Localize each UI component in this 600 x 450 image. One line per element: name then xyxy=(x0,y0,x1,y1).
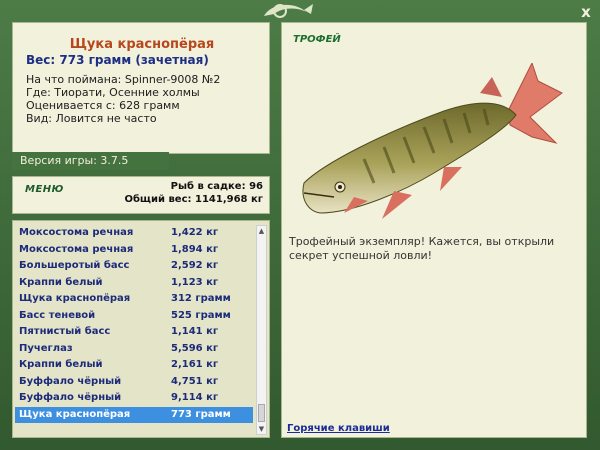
catch-list-scrollbar[interactable]: ▲ ▼ xyxy=(256,225,267,435)
menu-button[interactable]: МЕНЮ xyxy=(25,184,64,195)
catch-item-name: Буффало чёрный xyxy=(19,392,122,403)
catch-list-item[interactable]: Буффало чёрный 9,114 кг xyxy=(15,390,253,407)
caught-on-text: На что поймана: Spinner-9008 №2 xyxy=(26,73,221,86)
catch-item-name: Щука краснопёрая xyxy=(19,408,131,420)
catch-list-item[interactable]: Пучеглаз 5,596 кг xyxy=(15,341,253,358)
catch-item-weight: 1,123 кг xyxy=(171,276,219,288)
rarity-text: Вид: Ловится не часто xyxy=(26,112,157,125)
keepnet-summary-panel: МЕНЮ Рыб в садке: 96 Общий вес: 1141,968… xyxy=(12,176,270,214)
catch-list-item[interactable]: Басс теневой 525 грамм xyxy=(15,308,253,325)
catch-item-weight: 525 грамм xyxy=(171,309,231,321)
catch-list-item[interactable]: Щука краснопёрая 773 грамм xyxy=(15,406,253,423)
catch-item-name: Щука краснопёрая xyxy=(19,293,131,304)
catch-item-weight: 1,422 кг xyxy=(171,227,219,238)
catch-list-item[interactable]: Краппи белый 1,123 кг xyxy=(15,275,253,292)
close-button[interactable]: x xyxy=(578,4,594,20)
fish-logo-icon xyxy=(264,4,313,18)
fish-name: Щука краснопёрая xyxy=(69,37,215,52)
trophy-panel: ТРОФЕЙ Трофейный экземпляр! Кажется, вы … xyxy=(281,22,587,438)
catch-list-item[interactable]: Щука краснопёрая 312 грамм xyxy=(15,291,253,308)
trophy-description: Трофейный экземпляр! Кажется, вы открыли… xyxy=(289,235,555,262)
catch-item-name: Моксостома речная xyxy=(19,243,134,255)
catch-item-weight: 773 грамм xyxy=(171,408,231,420)
catch-item-name: Краппи белый xyxy=(19,276,103,288)
keepnet-total-weight: Общий вес: 1141,968 кг xyxy=(124,194,263,205)
catch-item-name: Пятнистый басс xyxy=(19,326,111,337)
scroll-down-icon[interactable]: ▼ xyxy=(257,424,266,434)
catch-item-name: Басс теневой xyxy=(19,309,96,321)
pike-fish-image xyxy=(302,63,563,219)
catch-item-name: Краппи белый xyxy=(19,359,103,370)
catch-list-item[interactable]: Пятнистый басс 1,141 кг xyxy=(15,324,253,341)
catch-item-name: Пучеглаз xyxy=(19,342,73,354)
location-text: Где: Тиорати, Осенние холмы xyxy=(26,86,200,99)
catch-list-item[interactable]: Буффало чёрный 4,751 кг xyxy=(15,374,253,391)
catch-item-weight: 4,751 кг xyxy=(171,375,219,387)
fish-weight: Вес: 773 грамм (зачетная) xyxy=(26,53,209,67)
catch-item-name: Моксостома речная xyxy=(19,227,134,238)
catch-item-weight: 9,114 кг xyxy=(171,392,219,403)
catch-item-name: Большеротый басс xyxy=(19,260,130,271)
catch-list-item[interactable]: Большеротый басс 2,592 кг xyxy=(15,258,253,275)
catch-list-panel: Моксостома речная 1,422 кг Моксостома речн… xyxy=(12,220,270,438)
catch-item-weight: 1,894 кг xyxy=(171,243,219,255)
catch-list-item[interactable]: Моксостома речная 1,894 кг xyxy=(15,242,253,259)
catch-list-item[interactable]: Моксостома речная 1,422 кг xyxy=(15,225,253,242)
keepnet-count: Рыб в садке: 96 xyxy=(170,181,263,192)
scroll-up-icon[interactable]: ▲ xyxy=(257,226,266,236)
catch-item-weight: 312 грамм xyxy=(171,293,231,304)
catch-item-name: Буффало чёрный xyxy=(19,375,122,387)
catch-item-weight: 2,592 кг xyxy=(171,260,219,271)
catch-item-weight: 5,596 кг xyxy=(171,342,219,354)
catch-list-item[interactable]: Краппи белый 2,161 кг xyxy=(15,357,253,374)
hotkeys-link[interactable]: Горячие клавиши xyxy=(287,423,390,434)
catch-item-weight: 2,161 кг xyxy=(171,359,219,370)
valued-from-text: Оценивается с: 628 грамм xyxy=(26,99,180,112)
catch-item-weight: 1,141 кг xyxy=(171,326,219,337)
game-version: Версия игры: 3.7.5 xyxy=(12,152,169,170)
trophy-label: ТРОФЕЙ xyxy=(293,34,341,45)
catch-list: Моксостома речная 1,422 кг Моксостома речн… xyxy=(15,225,253,423)
scroll-thumb[interactable] xyxy=(258,404,265,422)
fish-info-panel: Щука краснопёрая Вес: 773 грамм (зачетна… xyxy=(12,22,270,154)
